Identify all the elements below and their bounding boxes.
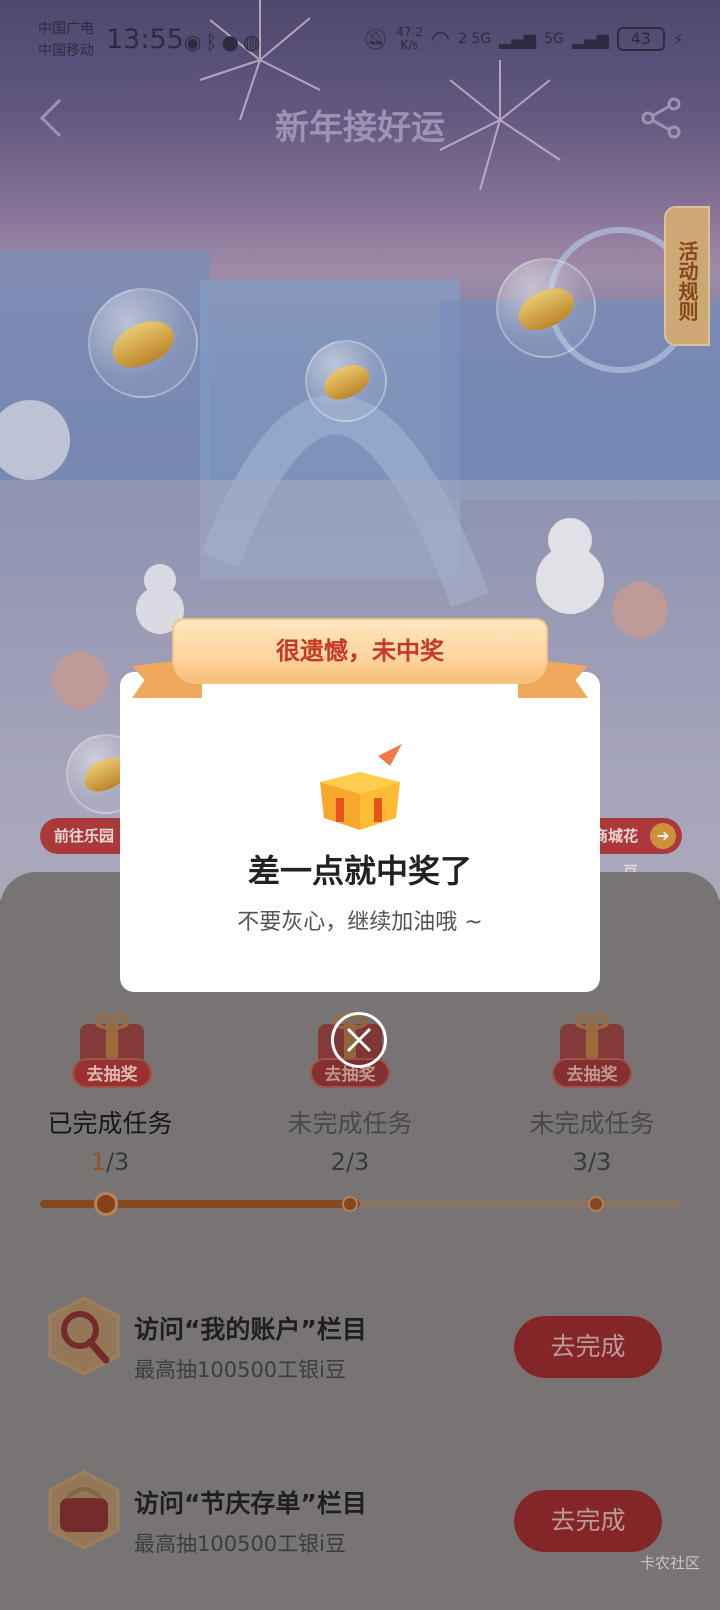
close-icon [346,1027,372,1053]
result-dialog: 差一点就中奖了 不要灰心，继续加油哦 ~ [120,672,600,992]
empty-box-icon [320,744,402,830]
dialog-ribbon: 很遗憾，未中奖 [132,618,588,714]
dialog-subtitle: 不要灰心，继续加油哦 ~ [237,910,483,935]
ribbon-banner: 很遗憾，未中奖 [172,618,548,684]
dialog-title: 差一点就中奖了 [247,852,472,890]
close-dialog-button[interactable] [331,1012,387,1068]
